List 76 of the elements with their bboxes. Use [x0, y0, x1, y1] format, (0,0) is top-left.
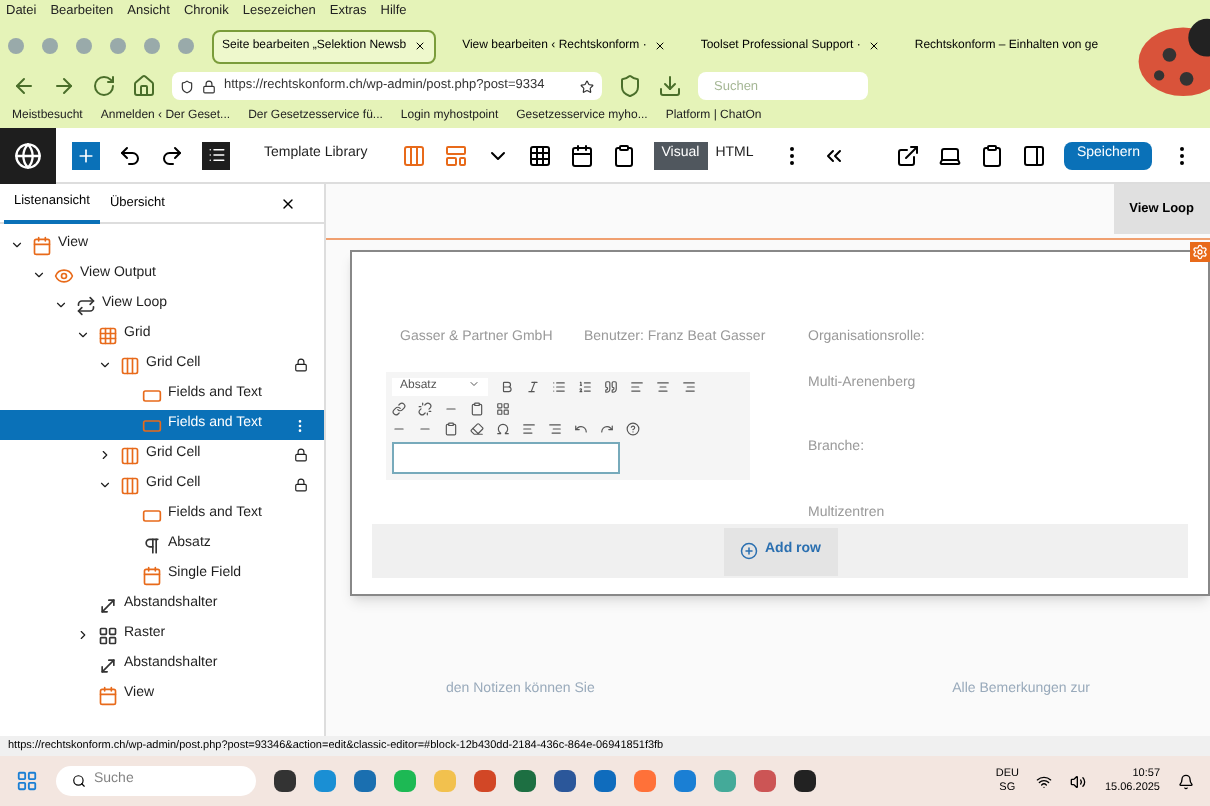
format-icon[interactable]	[496, 402, 510, 416]
plus-circle-icon	[739, 542, 757, 560]
forward-icon[interactable]	[52, 74, 76, 98]
taskbar-app-icon[interactable]	[794, 770, 816, 792]
format-icon[interactable]	[626, 422, 640, 436]
close-tab-icon[interactable]	[868, 40, 881, 52]
taskbar-app-icon[interactable]	[554, 770, 576, 792]
columns-icon[interactable]	[401, 143, 426, 167]
format-icon[interactable]	[682, 380, 696, 394]
format-icon[interactable]	[574, 422, 588, 436]
undo-icon[interactable]	[118, 143, 142, 167]
format-icon[interactable]	[630, 380, 644, 394]
taskbar-app-icon[interactable]	[274, 770, 296, 792]
fields-block-icon	[142, 505, 162, 525]
chevron-icon[interactable]	[98, 448, 112, 462]
layout-icon[interactable]	[443, 143, 468, 167]
cell-block-icon	[120, 475, 140, 495]
format-icon[interactable]	[526, 380, 540, 394]
laptop-icon[interactable]	[938, 143, 963, 167]
download-icon[interactable]	[658, 74, 682, 98]
cell-block-icon	[120, 445, 140, 465]
format-icon[interactable]	[604, 380, 618, 394]
chevron-icon[interactable]	[98, 358, 112, 372]
sidebar-icon[interactable]	[1022, 143, 1047, 167]
format-icon[interactable]	[548, 422, 562, 436]
close-tab-icon[interactable]	[414, 40, 427, 52]
text-input[interactable]	[392, 442, 620, 474]
raster-block-icon	[98, 625, 118, 645]
add-block-button[interactable]	[72, 141, 100, 169]
notification-icon[interactable]	[1178, 773, 1194, 789]
format-icon[interactable]	[470, 402, 484, 416]
clipboard-icon[interactable]	[611, 143, 636, 167]
chevron-icon[interactable]	[76, 628, 90, 642]
plus-icon	[76, 145, 96, 165]
home-icon[interactable]	[132, 74, 156, 98]
settings-icon[interactable]	[1190, 242, 1210, 262]
search-icon	[72, 774, 86, 788]
chevron-icon[interactable]	[32, 268, 46, 282]
spacer-block-icon	[98, 655, 118, 675]
chevron-icon[interactable]	[76, 328, 90, 342]
format-icon[interactable]	[600, 422, 614, 436]
paragraph-block-icon	[142, 535, 162, 555]
chevron-icon[interactable]	[98, 478, 112, 492]
spacer-block-icon	[98, 595, 118, 615]
chevron-icon[interactable]	[10, 238, 24, 252]
single-block-icon	[142, 565, 162, 585]
back-icon[interactable]	[12, 74, 36, 98]
loop-block-icon	[76, 295, 96, 315]
close-icon[interactable]	[280, 195, 296, 211]
format-icon[interactable]	[656, 380, 670, 394]
list-icon	[207, 146, 225, 164]
reload-icon[interactable]	[92, 74, 116, 98]
wifi-icon[interactable]	[1036, 773, 1053, 789]
format-icon[interactable]	[500, 380, 514, 394]
cell-block-icon	[120, 355, 140, 375]
list-view-button[interactable]	[202, 141, 230, 169]
format-icon[interactable]	[418, 402, 432, 416]
view-block-icon	[32, 235, 52, 255]
redo-icon[interactable]	[160, 143, 184, 167]
output-block-icon	[54, 265, 74, 285]
format-icon[interactable]	[496, 422, 510, 436]
format-icon[interactable]	[552, 380, 566, 394]
format-icon[interactable]	[392, 402, 406, 416]
speaker-icon[interactable]	[1070, 773, 1087, 789]
format-icon[interactable]	[444, 422, 458, 436]
clipboard-icon[interactable]	[980, 143, 1005, 167]
grid-block-icon	[98, 325, 118, 345]
view-block-icon	[98, 685, 118, 705]
caret-icon	[468, 378, 480, 390]
format-icon[interactable]	[522, 422, 536, 436]
close-tab-icon[interactable]	[654, 40, 667, 52]
format-icon[interactable]	[470, 422, 484, 436]
format-icon[interactable]	[578, 380, 592, 394]
external-link-icon[interactable]	[896, 143, 921, 167]
windows-start-icon[interactable]	[16, 770, 38, 792]
chevron-icon[interactable]	[54, 298, 68, 312]
